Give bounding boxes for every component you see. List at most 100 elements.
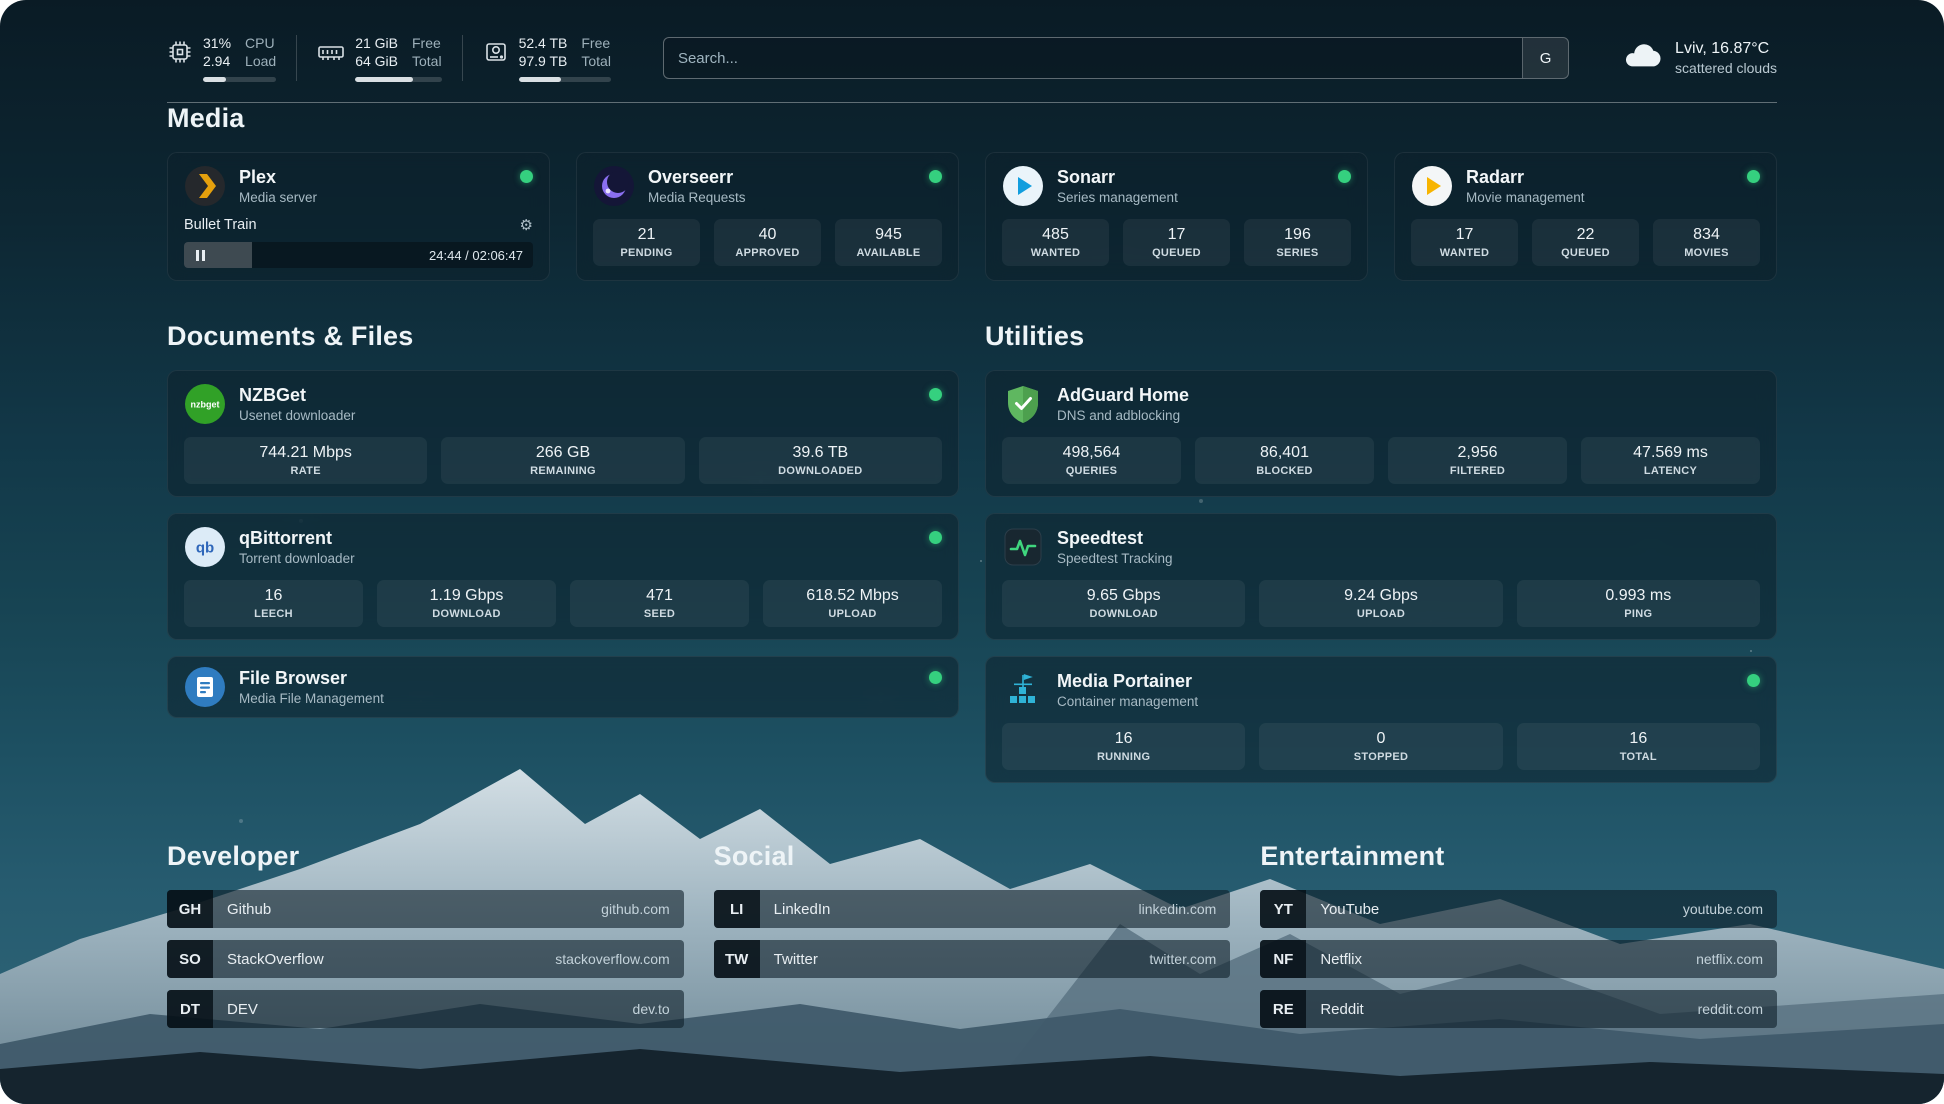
status-dot bbox=[520, 170, 533, 183]
status-dot bbox=[1338, 170, 1351, 183]
stats-row: 9.65 GbpsDOWNLOAD9.24 GbpsUPLOAD0.993 ms… bbox=[1002, 580, 1760, 627]
bookmark-badge: NF bbox=[1260, 940, 1306, 978]
bookmark-row[interactable]: DTDEVdev.to bbox=[167, 990, 684, 1028]
stat-value: 1.19 Gbps bbox=[381, 587, 552, 605]
cpu-load-label: Load bbox=[245, 52, 276, 70]
bookmark-row[interactable]: LILinkedInlinkedin.com bbox=[714, 890, 1231, 928]
stat-label: UPLOAD bbox=[767, 608, 938, 620]
filebrowser-card[interactable]: File Browser Media File Management bbox=[167, 656, 959, 718]
app-subtitle: Series management bbox=[1057, 190, 1178, 205]
bookmark-url: github.com bbox=[601, 901, 669, 917]
stat-value: 17 bbox=[1415, 226, 1514, 244]
nzbget-icon: nzbget bbox=[184, 383, 226, 425]
stat-value: 266 GB bbox=[445, 444, 680, 462]
bookmark-row[interactable]: NFNetflixnetflix.com bbox=[1260, 940, 1777, 978]
status-dot bbox=[929, 170, 942, 183]
bookmark-badge: DT bbox=[167, 990, 213, 1028]
app-title: Media Portainer bbox=[1057, 671, 1198, 692]
bookmark-badge: RE bbox=[1260, 990, 1306, 1028]
ram-metric: 21 GiB 64 GiB Free Total bbox=[317, 34, 441, 82]
sonarr-card[interactable]: Sonarr Series management 485WANTED 17QUEU… bbox=[985, 152, 1368, 281]
app-subtitle: Media File Management bbox=[239, 691, 384, 706]
bookmark-row[interactable]: TWTwittertwitter.com bbox=[714, 940, 1231, 978]
stat-label: RUNNING bbox=[1006, 751, 1241, 763]
ram-total-label: Total bbox=[412, 52, 442, 70]
speedtest-icon bbox=[1002, 526, 1044, 568]
search-input[interactable] bbox=[664, 38, 1522, 78]
stat-tile: 39.6 TBDOWNLOADED bbox=[699, 437, 942, 484]
app-subtitle: Speedtest Tracking bbox=[1057, 551, 1173, 566]
search-engine-button[interactable]: G bbox=[1522, 38, 1568, 78]
bookmark-row[interactable]: RERedditreddit.com bbox=[1260, 990, 1777, 1028]
stat-tile: 22QUEUED bbox=[1532, 219, 1639, 266]
bookmark-row[interactable]: YTYouTubeyoutube.com bbox=[1260, 890, 1777, 928]
status-dot bbox=[1747, 674, 1760, 687]
qbittorrent-card[interactable]: qb qBittorrent Torrent downloader 16LEEC… bbox=[167, 513, 959, 640]
bookmark-url: twitter.com bbox=[1149, 951, 1216, 967]
stat-label: MOVIES bbox=[1657, 247, 1756, 259]
radarr-card[interactable]: Radarr Movie management 17WANTED22QUEUED… bbox=[1394, 152, 1777, 281]
stat-value: 22 bbox=[1536, 226, 1635, 244]
stat-label: DOWNLOAD bbox=[1006, 608, 1241, 620]
stat-label: PING bbox=[1521, 608, 1756, 620]
portainer-card[interactable]: Media Portainer Container management 16 R… bbox=[985, 656, 1777, 783]
stat-value: 196 bbox=[1248, 226, 1347, 244]
settings-gear-icon[interactable]: ⚙ bbox=[520, 218, 533, 233]
app-subtitle: Container management bbox=[1057, 694, 1198, 709]
speedtest-card[interactable]: Speedtest Speedtest Tracking 9.65 GbpsDO… bbox=[985, 513, 1777, 640]
section-title-utilities: Utilities bbox=[985, 321, 1777, 352]
stat-tile: 834 MOVIES bbox=[1653, 219, 1760, 266]
bookmark-url: youtube.com bbox=[1683, 901, 1763, 917]
bookmark-row[interactable]: SOStackOverflowstackoverflow.com bbox=[167, 940, 684, 978]
bookmark-badge: LI bbox=[714, 890, 760, 928]
stat-tile: 498,564QUERIES bbox=[1002, 437, 1181, 484]
plex-card[interactable]: Plex Media server Bullet Train ⚙ 24:44 /… bbox=[167, 152, 550, 281]
weather-widget[interactable]: Lviv, 16.87°C scattered clouds bbox=[1621, 39, 1777, 78]
stat-label: BLOCKED bbox=[1199, 465, 1370, 477]
cpu-progress-bar bbox=[203, 77, 276, 82]
stats-row: 17WANTED22QUEUED834MOVIES bbox=[1411, 219, 1760, 266]
stat-tile: 21PENDING bbox=[593, 219, 700, 266]
stat-value: 471 bbox=[574, 587, 745, 605]
stat-label: DOWNLOAD bbox=[381, 608, 552, 620]
bookmark-badge: TW bbox=[714, 940, 760, 978]
stat-tile: 16 RUNNING bbox=[1002, 723, 1245, 770]
stat-value: 9.24 Gbps bbox=[1263, 587, 1498, 605]
app-title: Overseerr bbox=[648, 167, 746, 188]
weather-location: Lviv, 16.87°C bbox=[1675, 40, 1777, 58]
overseerr-card[interactable]: Overseerr Media Requests 21PENDING40APPR… bbox=[576, 152, 959, 281]
system-metrics: 31% 2.94 CPU Load bbox=[167, 34, 611, 82]
cpu-metric: 31% 2.94 CPU Load bbox=[167, 34, 276, 82]
stat-label: UPLOAD bbox=[1263, 608, 1498, 620]
pause-icon[interactable] bbox=[184, 250, 216, 261]
stat-tile: 0STOPPED bbox=[1259, 723, 1502, 770]
status-dot bbox=[929, 531, 942, 544]
weather-condition: scattered clouds bbox=[1675, 60, 1777, 76]
disk-total-value: 97.9 TB bbox=[519, 52, 568, 70]
plex-player-bar[interactable]: 24:44 / 02:06:47 bbox=[184, 242, 533, 268]
stat-value: 834 bbox=[1657, 226, 1756, 244]
bookmark-url: dev.to bbox=[633, 1001, 670, 1017]
playback-time: 24:44 / 02:06:47 bbox=[429, 248, 523, 263]
stat-value: 0.993 ms bbox=[1521, 587, 1756, 605]
stat-tile: 266 GBREMAINING bbox=[441, 437, 684, 484]
stat-value: 16 bbox=[1006, 730, 1241, 748]
dashboard-page: 31% 2.94 CPU Load bbox=[0, 0, 1944, 1104]
stat-tile: 485WANTED bbox=[1002, 219, 1109, 266]
status-dot bbox=[929, 388, 942, 401]
stat-label: STOPPED bbox=[1263, 751, 1498, 763]
app-title: Sonarr bbox=[1057, 167, 1178, 188]
stat-tile: 17QUEUED bbox=[1123, 219, 1230, 266]
stat-label: AVAILABLE bbox=[839, 247, 938, 259]
disk-free-label: Free bbox=[581, 34, 611, 52]
nzbget-card[interactable]: nzbget NZBGet Usenet downloader 744.21 M… bbox=[167, 370, 959, 497]
adguard-card[interactable]: AdGuard Home DNS and adblocking 498,564Q… bbox=[985, 370, 1777, 497]
status-dot bbox=[1747, 170, 1760, 183]
app-subtitle: Torrent downloader bbox=[239, 551, 355, 566]
bookmark-row[interactable]: GHGithubgithub.com bbox=[167, 890, 684, 928]
overseerr-icon bbox=[593, 165, 635, 207]
media-card-grid: Plex Media server Bullet Train ⚙ 24:44 /… bbox=[167, 152, 1777, 281]
stat-value: 40 bbox=[718, 226, 817, 244]
section-title-developer: Developer bbox=[167, 841, 684, 872]
bookmark-url: stackoverflow.com bbox=[555, 951, 669, 967]
